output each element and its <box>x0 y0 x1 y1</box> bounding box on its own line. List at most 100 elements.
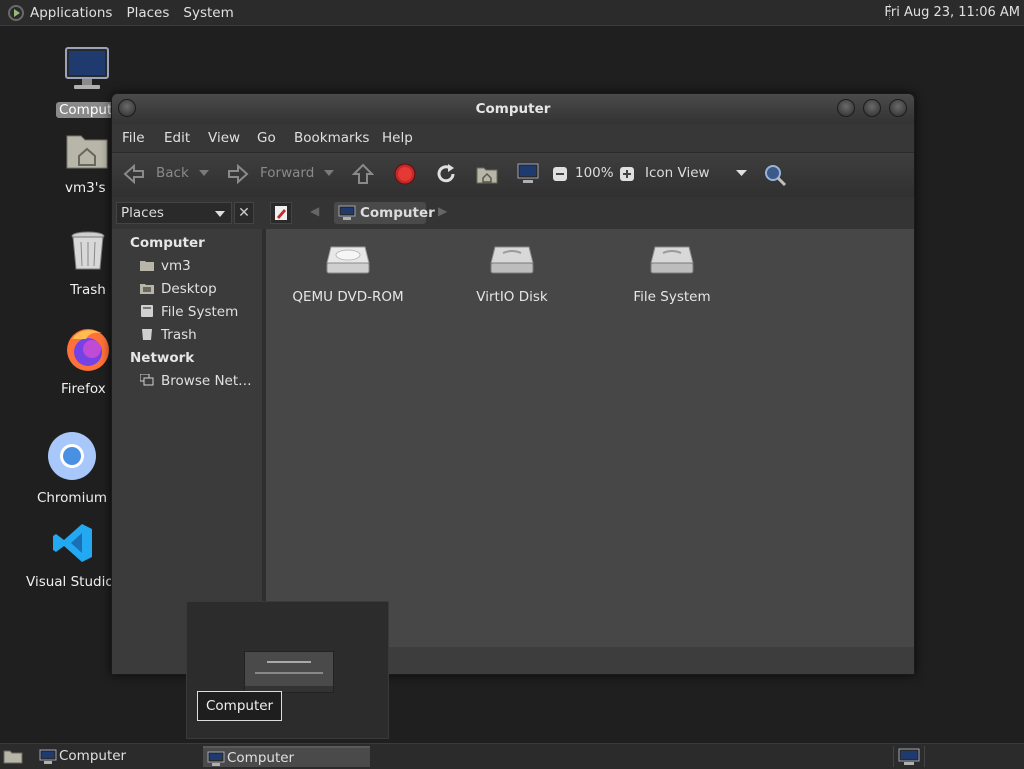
hard-drive-icon <box>490 246 534 274</box>
volume-qemu-dvd-rom[interactable]: QEMU DVD-ROM <box>273 243 423 305</box>
forward-history-dropdown-icon[interactable] <box>324 170 334 178</box>
search-icon[interactable] <box>763 163 787 187</box>
sidebar-item-label: File System <box>161 304 239 320</box>
computer-icon <box>338 205 356 220</box>
window-preview-thumbnail <box>244 651 334 693</box>
taskbar-item-computer[interactable]: Computer <box>35 746 185 767</box>
back-button-label[interactable]: Back <box>156 165 189 181</box>
volume-label: VirtIO Disk <box>476 289 548 305</box>
forward-arrow-icon[interactable] <box>226 163 250 185</box>
close-sidebar-icon[interactable]: ✕ <box>234 202 254 224</box>
workspace-switcher[interactable] <box>893 746 925 767</box>
computer-icon <box>207 751 225 766</box>
chromium-icon <box>48 432 96 480</box>
network-icon <box>140 374 154 386</box>
titlebar[interactable]: Computer <box>112 94 914 124</box>
task-tooltip: Computer <box>197 691 283 721</box>
trash-icon <box>142 329 152 340</box>
top-menu: Applications Places System <box>30 0 248 25</box>
clock[interactable]: Fri Aug 23, 11:06 AM <box>884 0 1020 25</box>
sidebar-mode-label: Places <box>121 205 164 221</box>
window-title: Computer <box>475 101 551 117</box>
home-folder-icon[interactable] <box>476 163 498 185</box>
zoom-in-icon[interactable] <box>619 166 635 182</box>
breadcrumb-label: Computer <box>360 205 435 221</box>
desktop-icon-label: Computer <box>56 102 118 118</box>
toolbar: Back Forward 100% Icon View <box>112 152 914 198</box>
forward-button-label[interactable]: Forward <box>260 165 314 181</box>
volume-file-system[interactable]: File System <box>597 243 747 305</box>
sidebar-item-trash[interactable]: Trash <box>140 327 197 343</box>
volume-label: QEMU DVD-ROM <box>292 289 404 305</box>
sidebar-item-label: Trash <box>161 327 197 343</box>
sidebar-mode-select[interactable]: Places <box>116 202 232 224</box>
zoom-out-icon[interactable] <box>552 166 568 182</box>
up-arrow-icon[interactable] <box>352 163 374 185</box>
stop-icon[interactable] <box>394 163 416 185</box>
sidebar-item-label: vm3 <box>161 258 191 274</box>
computer-icon[interactable] <box>516 163 540 185</box>
menu-bookmarks[interactable]: Bookmarks <box>294 130 369 146</box>
location-bar: Places ✕ ◀ Computer ▶ <box>112 197 914 229</box>
hard-drive-icon <box>650 246 694 274</box>
bottom-panel: Computer Computer <box>0 743 1024 769</box>
back-history-dropdown-icon[interactable] <box>199 170 209 178</box>
sidebar-item-vm3[interactable]: vm3 <box>140 258 191 274</box>
top-panel: Applications Places System Fri Aug 23, 1… <box>0 0 1024 26</box>
desktop-folder-icon <box>140 284 154 294</box>
pencil-icon <box>275 206 287 220</box>
sidebar-header-network: Network <box>130 350 195 366</box>
toggle-location-entry-button[interactable] <box>270 202 292 224</box>
back-arrow-icon[interactable] <box>122 163 146 185</box>
firefox-icon <box>67 329 109 371</box>
breadcrumb-right-arrow-icon[interactable]: ▶ <box>438 204 447 218</box>
taskbar-item-label: Computer <box>59 748 127 764</box>
close-button[interactable] <box>889 99 907 117</box>
taskbar-item-computer-active[interactable]: Computer <box>203 746 370 767</box>
minimize-button[interactable] <box>837 99 855 117</box>
trash-icon <box>71 231 105 270</box>
desktop-icon-label: Firefox <box>61 381 106 397</box>
system-menu[interactable]: System <box>183 5 233 21</box>
home-folder-icon <box>66 135 108 169</box>
applications-menu[interactable]: Applications <box>30 5 112 21</box>
menubar: File Edit View Go Bookmarks Help <box>112 124 914 152</box>
view-mode-dropdown-icon[interactable] <box>736 170 748 178</box>
view-mode-select[interactable]: Icon View <box>645 165 710 181</box>
reload-icon[interactable] <box>435 163 457 185</box>
menu-file[interactable]: File <box>122 130 145 146</box>
chevron-down-icon <box>215 211 225 217</box>
drive-icon <box>141 305 153 317</box>
show-desktop-icon[interactable] <box>3 748 23 764</box>
taskbar-item-label: Computer <box>227 750 295 766</box>
preview-text-line <box>255 672 323 674</box>
optical-drive-icon <box>326 246 370 274</box>
breadcrumb-left-arrow-icon[interactable]: ◀ <box>310 204 319 218</box>
places-menu[interactable]: Places <box>126 5 169 21</box>
sidebar-header-computer: Computer <box>130 235 205 251</box>
gnome-foot-icon[interactable] <box>8 4 24 21</box>
desktop-icon-label: Visual Studio Code <box>26 574 120 590</box>
volume-virtio-disk[interactable]: VirtIO Disk <box>437 243 587 305</box>
sidebar-item-label: Browse Net… <box>161 373 252 389</box>
menu-view[interactable]: View <box>208 130 240 146</box>
sidebar-item-filesystem[interactable]: File System <box>140 304 238 320</box>
vscode-icon <box>53 524 92 562</box>
sidebar-item-desktop[interactable]: Desktop <box>140 281 217 297</box>
menu-help[interactable]: Help <box>382 130 413 146</box>
breadcrumb-computer[interactable]: Computer <box>334 202 435 224</box>
menu-edit[interactable]: Edit <box>164 130 190 146</box>
sidebar-item-browse-network[interactable]: Browse Net… <box>140 373 252 389</box>
icon-view[interactable]: QEMU DVD-ROM VirtIO Disk File System <box>266 229 914 647</box>
workspace-icon <box>898 748 920 765</box>
preview-title-line <box>267 661 311 663</box>
home-folder-icon <box>140 261 154 271</box>
sidebar-item-label: Desktop <box>161 281 217 297</box>
volume-label: File System <box>633 289 711 305</box>
zoom-level[interactable]: 100% <box>575 165 614 181</box>
window-preview-popup[interactable]: Computer <box>186 601 389 739</box>
menu-go[interactable]: Go <box>257 130 276 146</box>
monitor-icon <box>65 47 109 89</box>
computer-icon <box>39 749 57 764</box>
maximize-button[interactable] <box>863 99 881 117</box>
